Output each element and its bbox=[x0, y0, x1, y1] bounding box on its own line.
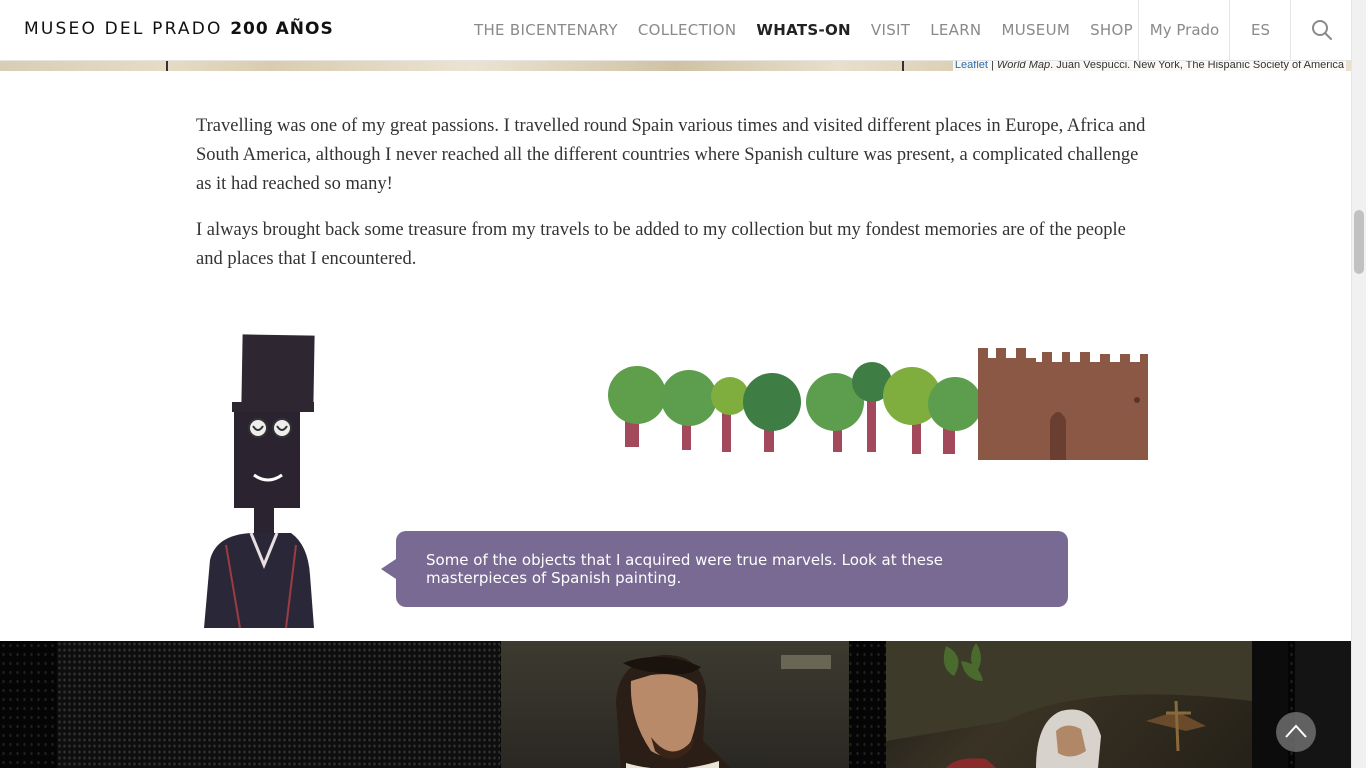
leaflet-link[interactable]: Leaflet bbox=[955, 60, 988, 71]
paintings-carousel[interactable] bbox=[0, 641, 1351, 768]
my-prado-link[interactable]: My Prado bbox=[1138, 0, 1230, 60]
logo-year: 200 AÑOS bbox=[230, 19, 334, 39]
speech-bubble-text: Some of the objects that I acquired were… bbox=[426, 551, 944, 587]
saint-painting-image bbox=[886, 641, 1252, 768]
language-switch[interactable]: ES bbox=[1229, 0, 1291, 60]
search-button[interactable] bbox=[1290, 0, 1352, 60]
nav-item-whats-on[interactable]: WHATS-ON bbox=[756, 21, 851, 39]
painting-thumbnail[interactable] bbox=[57, 641, 500, 768]
nav-item-shop[interactable]: SHOP bbox=[1090, 21, 1133, 39]
trees-and-castle-illustration bbox=[608, 348, 1148, 460]
map-divider bbox=[166, 60, 168, 71]
site-logo[interactable]: MUSEO DEL PRADO 200 AÑOS bbox=[24, 19, 334, 39]
paragraph: Travelling was one of my great passions.… bbox=[196, 116, 1146, 194]
map-attribution: Leaflet | World Map. Juan Vespucci. New … bbox=[952, 60, 1346, 71]
map-title: World Map bbox=[996, 60, 1051, 71]
logo-main: MUSEO DEL PRADO bbox=[24, 19, 223, 39]
back-to-top-button[interactable] bbox=[1276, 712, 1316, 752]
portrait-painting-image bbox=[616, 654, 831, 768]
map-divider bbox=[902, 60, 904, 71]
collector-character-illustration bbox=[204, 334, 315, 629]
nav-item-bicentenary[interactable]: THE BICENTENARY bbox=[474, 21, 618, 39]
chevron-up-icon bbox=[1285, 724, 1307, 738]
nav-item-learn[interactable]: LEARN bbox=[930, 21, 981, 39]
painting-thumbnail[interactable] bbox=[886, 641, 1252, 768]
world-map[interactable]: Leaflet | World Map. Juan Vespucci. New … bbox=[0, 60, 1351, 71]
nav-item-visit[interactable]: VISIT bbox=[871, 21, 910, 39]
paragraph: I always brought back some treasure from… bbox=[196, 220, 1126, 269]
nav-item-collection[interactable]: COLLECTION bbox=[638, 21, 737, 39]
page-scrollbar[interactable] bbox=[1351, 0, 1366, 768]
painting-thumbnail[interactable] bbox=[501, 641, 849, 768]
story-text: Travelling was one of my great passions.… bbox=[196, 112, 1156, 291]
search-icon bbox=[1311, 20, 1332, 40]
nav-item-museum[interactable]: MUSEUM bbox=[1001, 21, 1070, 39]
site-header: MUSEO DEL PRADO 200 AÑOS THE BICENTENARY… bbox=[0, 0, 1351, 61]
main-nav: THE BICENTENARY COLLECTION WHATS-ON VISI… bbox=[464, 0, 1143, 60]
scrollbar-thumb[interactable] bbox=[1354, 210, 1364, 274]
speech-bubble: Some of the objects that I acquired were… bbox=[381, 531, 1068, 607]
